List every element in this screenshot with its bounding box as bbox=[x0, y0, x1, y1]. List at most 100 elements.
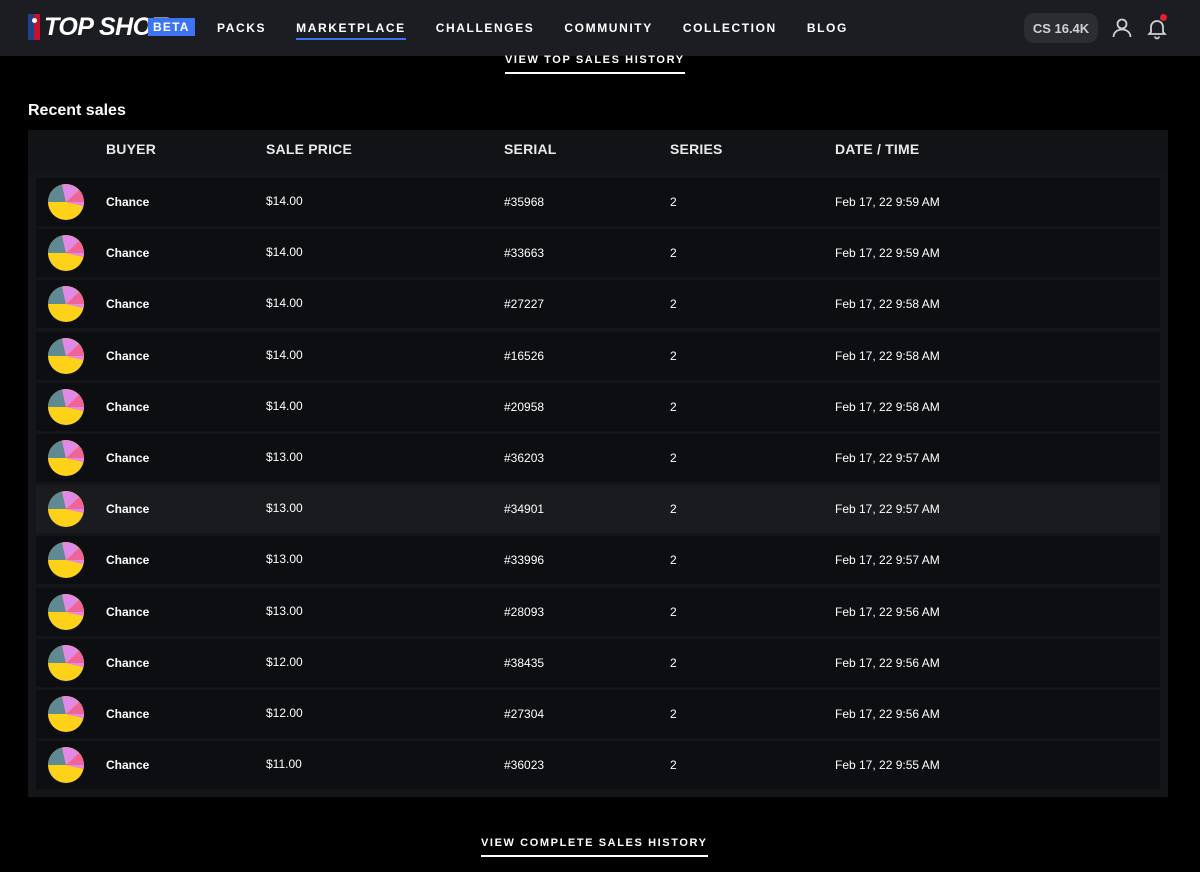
sale-datetime: Feb 17, 22 9:58 AM bbox=[835, 297, 940, 312]
table-row[interactable]: Chance $14.00 #33663 2 Feb 17, 22 9:59 AM bbox=[36, 229, 1160, 278]
sale-price: $13.00 bbox=[266, 449, 303, 464]
sale-datetime: Feb 17, 22 9:56 AM bbox=[835, 706, 940, 721]
buyer-name[interactable]: Chance bbox=[106, 707, 149, 721]
recent-sales-table: BUYER SALE PRICE SERIAL SERIES DATE / TI… bbox=[28, 130, 1168, 797]
serial-number: #33663 bbox=[504, 246, 545, 261]
avatar-icon[interactable] bbox=[48, 747, 84, 784]
avatar-icon[interactable] bbox=[48, 644, 84, 681]
sale-datetime: Feb 17, 22 9:58 AM bbox=[835, 348, 940, 363]
buyer-name[interactable]: Chance bbox=[106, 349, 149, 363]
table-row[interactable]: Chance $14.00 #35968 2 Feb 17, 22 9:59 AM bbox=[36, 178, 1160, 226]
avatar-icon[interactable] bbox=[48, 286, 84, 323]
sale-datetime: Feb 17, 22 9:58 AM bbox=[835, 399, 940, 414]
col-date-time: DATE / TIME bbox=[835, 141, 920, 157]
top-shot-logo[interactable]: TOP SHOT bbox=[28, 14, 167, 40]
serial-number: #36203 bbox=[504, 450, 545, 465]
series-number: 2 bbox=[670, 348, 677, 363]
sale-datetime: Feb 17, 22 9:57 AM bbox=[835, 553, 940, 568]
col-sale-price: SALE PRICE bbox=[266, 141, 353, 157]
series-number: 2 bbox=[670, 604, 677, 619]
sale-price: $14.00 bbox=[266, 194, 303, 208]
serial-number: #16526 bbox=[504, 348, 545, 363]
serial-number: #36023 bbox=[504, 758, 545, 773]
avatar-icon[interactable] bbox=[48, 542, 84, 579]
series-number: 2 bbox=[670, 450, 677, 465]
sale-datetime: Feb 17, 22 9:59 AM bbox=[835, 246, 940, 261]
top-nav-bar: TOP SHOT BETA PACKS MARKETPLACE CHALLENG… bbox=[0, 0, 1200, 56]
buyer-name[interactable]: Chance bbox=[106, 297, 149, 311]
avatar-icon[interactable] bbox=[48, 388, 84, 425]
col-series: SERIES bbox=[670, 141, 723, 157]
series-number: 2 bbox=[670, 758, 677, 773]
buyer-name[interactable]: Chance bbox=[106, 656, 149, 670]
table-row[interactable]: Chance $13.00 #34901 2 Feb 17, 22 9:57 AM bbox=[36, 485, 1160, 534]
serial-number: #20958 bbox=[504, 399, 545, 414]
serial-number: #34901 bbox=[504, 502, 545, 517]
table-row[interactable]: Chance $13.00 #33996 2 Feb 17, 22 9:57 AM bbox=[36, 536, 1160, 585]
nav-collection[interactable]: COLLECTION bbox=[683, 0, 777, 56]
table-body: Chance $14.00 #35968 2 Feb 17, 22 9:59 AM Cha… bbox=[36, 178, 1160, 792]
col-buyer: BUYER bbox=[106, 141, 157, 157]
avatar-icon[interactable] bbox=[48, 337, 84, 374]
sale-datetime: Feb 17, 22 9:59 AM bbox=[835, 195, 940, 209]
series-number: 2 bbox=[670, 195, 677, 209]
sale-datetime: Feb 17, 22 9:57 AM bbox=[835, 502, 940, 517]
table-row[interactable]: Chance $14.00 #20958 2 Feb 17, 22 9:58 AM bbox=[36, 382, 1160, 431]
sale-datetime: Feb 17, 22 9:55 AM bbox=[835, 758, 940, 773]
avatar-icon[interactable] bbox=[48, 695, 84, 732]
sale-price: $12.00 bbox=[266, 654, 303, 669]
buyer-name[interactable]: Chance bbox=[106, 195, 149, 209]
sale-price: $14.00 bbox=[266, 347, 303, 362]
table-row[interactable]: Chance $11.00 #36023 2 Feb 17, 22 9:55 AM bbox=[36, 741, 1160, 790]
nav-blog[interactable]: BLOG bbox=[807, 0, 848, 56]
table-row[interactable]: Chance $13.00 #28093 2 Feb 17, 22 9:56 AM bbox=[36, 587, 1160, 636]
notification-dot bbox=[1160, 14, 1167, 21]
series-number: 2 bbox=[670, 246, 677, 261]
main-nav: PACKS MARKETPLACE CHALLENGES COMMUNITY C… bbox=[217, 0, 878, 56]
sale-price: $13.00 bbox=[266, 603, 303, 618]
avatar-icon[interactable] bbox=[48, 235, 84, 272]
view-top-sales-link[interactable]: VIEW TOP SALES HISTORY bbox=[505, 54, 685, 74]
sale-price: $13.00 bbox=[266, 552, 303, 567]
balance-badge[interactable]: CS 16.4K bbox=[1024, 13, 1098, 43]
buyer-name[interactable]: Chance bbox=[106, 502, 149, 516]
col-serial: SERIAL bbox=[504, 141, 557, 157]
avatar-icon[interactable] bbox=[48, 439, 84, 476]
view-complete-sales-link[interactable]: VIEW COMPLETE SALES HISTORY bbox=[481, 837, 708, 857]
table-header: BUYER SALE PRICE SERIAL SERIES DATE / TI… bbox=[28, 130, 1168, 170]
nav-community[interactable]: COMMUNITY bbox=[564, 0, 652, 56]
user-icon[interactable] bbox=[1110, 16, 1134, 40]
buyer-name[interactable]: Chance bbox=[106, 553, 149, 567]
sale-price: $11.00 bbox=[266, 757, 302, 772]
series-number: 2 bbox=[670, 399, 677, 414]
table-row[interactable]: Chance $12.00 #38435 2 Feb 17, 22 9:56 AM bbox=[36, 638, 1160, 687]
serial-number: #28093 bbox=[504, 604, 545, 619]
avatar-icon[interactable] bbox=[48, 593, 84, 630]
serial-number: #27227 bbox=[504, 297, 545, 312]
series-number: 2 bbox=[670, 297, 677, 312]
sale-price: $14.00 bbox=[266, 296, 303, 311]
serial-number: #35968 bbox=[504, 195, 545, 209]
sale-datetime: Feb 17, 22 9:57 AM bbox=[835, 450, 940, 465]
table-row[interactable]: Chance $14.00 #27227 2 Feb 17, 22 9:58 AM bbox=[36, 280, 1160, 329]
table-row[interactable]: Chance $13.00 #36203 2 Feb 17, 22 9:57 AM bbox=[36, 433, 1160, 482]
avatar-icon[interactable] bbox=[48, 491, 84, 528]
avatar-icon[interactable] bbox=[48, 184, 84, 220]
table-row[interactable]: Chance $12.00 #27304 2 Feb 17, 22 9:56 AM bbox=[36, 689, 1160, 738]
series-number: 2 bbox=[670, 502, 677, 517]
series-number: 2 bbox=[670, 706, 677, 721]
buyer-name[interactable]: Chance bbox=[106, 758, 149, 772]
table-row[interactable]: Chance $14.00 #16526 2 Feb 17, 22 9:58 AM bbox=[36, 331, 1160, 380]
nav-marketplace[interactable]: MARKETPLACE bbox=[296, 0, 406, 56]
buyer-name[interactable]: Chance bbox=[106, 400, 149, 414]
serial-number: #33996 bbox=[504, 553, 545, 568]
buyer-name[interactable]: Chance bbox=[106, 246, 149, 260]
nav-packs[interactable]: PACKS bbox=[217, 0, 266, 56]
sale-price: $14.00 bbox=[266, 245, 303, 260]
series-number: 2 bbox=[670, 655, 677, 670]
buyer-name[interactable]: Chance bbox=[106, 451, 149, 465]
sale-price: $12.00 bbox=[266, 705, 303, 720]
nav-challenges[interactable]: CHALLENGES bbox=[436, 0, 535, 56]
sale-datetime: Feb 17, 22 9:56 AM bbox=[835, 604, 940, 619]
buyer-name[interactable]: Chance bbox=[106, 605, 149, 619]
